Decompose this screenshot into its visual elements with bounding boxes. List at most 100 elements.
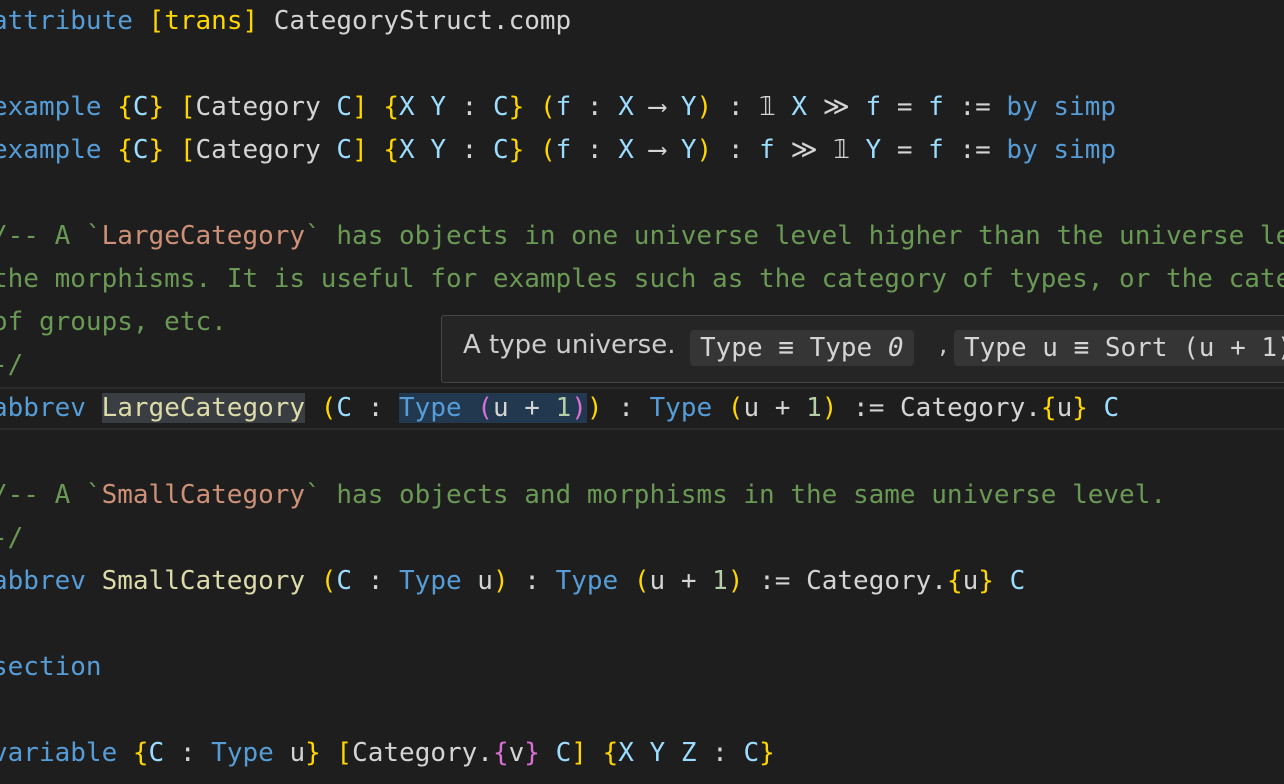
- hover-code-chip: Type u ≡ Sort (u + 1): [954, 330, 1284, 366]
- operator: =: [896, 135, 913, 165]
- variable: f: [865, 92, 882, 122]
- identifier: Category.: [352, 738, 493, 768]
- bracket: }: [148, 135, 165, 165]
- operator: +: [774, 393, 791, 423]
- code-editor[interactable]: attribute [trans] CategoryStruct.comp ex…: [0, 0, 1284, 784]
- identifier: Category.: [900, 393, 1041, 423]
- variable: f: [928, 92, 944, 122]
- keyword: abbrev: [0, 566, 86, 596]
- variable: C: [743, 738, 760, 768]
- variable: f: [555, 92, 572, 122]
- code-line-large-category[interactable]: abbrev LargeCategory (C : Type (u + 1)) …: [0, 387, 1284, 430]
- variable: C: [555, 738, 572, 768]
- comment-text: ` has objects in one universe level high…: [305, 221, 1284, 251]
- operator: :=: [759, 566, 791, 596]
- variable: C: [1103, 393, 1120, 423]
- operator: :: [179, 738, 196, 768]
- variable: C: [336, 92, 353, 122]
- variable: X: [618, 92, 634, 122]
- attribute-tag: [trans]: [148, 6, 259, 36]
- universe-var: u: [1056, 393, 1073, 423]
- definition-name[interactable]: LargeCategory: [101, 393, 306, 423]
- bracket: ): [821, 393, 838, 423]
- bracket: {: [602, 738, 619, 768]
- doc-comment-line[interactable]: /-- A `SmallCategory` has objects and mo…: [0, 474, 1284, 517]
- hovered-expression[interactable]: Type (u + 1): [399, 393, 587, 423]
- variable: C: [492, 135, 509, 165]
- operator: +: [524, 393, 540, 423]
- operator: :: [586, 135, 603, 165]
- variable: Z: [680, 738, 697, 768]
- variable: X: [618, 738, 634, 768]
- universe-var: u: [962, 566, 979, 596]
- hover-tooltip[interactable]: A type universe. Type ≡ Type 0 , Type u …: [441, 315, 1284, 383]
- comment-code: SmallCategory: [101, 480, 306, 510]
- identifier: Category: [195, 135, 321, 165]
- comment-text: of groups, etc.: [0, 307, 227, 337]
- keyword: section: [0, 652, 102, 682]
- variable: C: [492, 92, 509, 122]
- variable: C: [336, 135, 353, 165]
- comment-text: -/: [0, 350, 24, 380]
- tactic: simp: [1053, 92, 1117, 122]
- number: 1: [806, 393, 822, 423]
- keyword: example: [0, 92, 102, 122]
- code-line-small-category[interactable]: abbrev SmallCategory (C : Type u) : Type…: [0, 560, 1284, 603]
- doc-comment-line[interactable]: /-- A `LargeCategory` has objects in one…: [0, 215, 1284, 258]
- comment-text: /-- A `: [0, 221, 102, 251]
- bracket: ]: [571, 738, 587, 768]
- operator: ⟶: [649, 92, 666, 122]
- bracket: ): [727, 566, 744, 596]
- bracket: ]: [352, 135, 368, 165]
- code-line-example-1[interactable]: example {C} [Category C] {X Y : C} (f : …: [0, 86, 1284, 129]
- bracket: }: [305, 738, 321, 768]
- code-line-attribute[interactable]: attribute [trans] CategoryStruct.comp: [0, 0, 1284, 43]
- variable: C: [336, 393, 353, 423]
- keyword: example: [0, 135, 102, 165]
- identifier: CategoryStruct.comp: [273, 6, 572, 36]
- hover-code-chip: Type ≡ Type 0: [690, 330, 914, 366]
- comment-text: /-- A `: [0, 480, 102, 510]
- code-line-example-2[interactable]: example {C} [Category C] {X Y : C} (f : …: [0, 129, 1284, 172]
- bracket: }: [148, 92, 165, 122]
- doc-comment-line[interactable]: the morphisms. It is useful for examples…: [0, 258, 1284, 301]
- bracket: }: [759, 738, 775, 768]
- bracket: {: [492, 738, 509, 768]
- bracket: {: [946, 566, 963, 596]
- bracket: ): [586, 393, 603, 423]
- chip-number: 0: [887, 333, 904, 363]
- keyword: variable: [0, 738, 118, 768]
- comment-text: the morphisms. It is useful for examples…: [0, 264, 1284, 294]
- bracket: (: [320, 566, 337, 596]
- variable: C: [1009, 566, 1026, 596]
- variable: C: [132, 135, 149, 165]
- bracket: {: [383, 135, 400, 165]
- code-line-variable[interactable]: variable {C : Type u} [Category.{v} C] {…: [0, 732, 1284, 775]
- bracket: [: [179, 92, 196, 122]
- bracket: }: [508, 135, 525, 165]
- variable: f: [759, 135, 775, 165]
- keyword: abbrev: [0, 393, 86, 423]
- variable: Y: [680, 135, 697, 165]
- bracket: ]: [352, 92, 368, 122]
- hover-separator: ,: [939, 330, 948, 360]
- universe-var: v: [508, 738, 525, 768]
- operator: :: [367, 566, 384, 596]
- doc-comment-line[interactable]: -/: [0, 517, 1284, 560]
- operator: :: [367, 393, 384, 423]
- operator: :: [524, 566, 540, 596]
- bracket: [: [336, 738, 353, 768]
- keyword: by: [1006, 135, 1038, 165]
- type-keyword: Type: [211, 738, 274, 768]
- identifier: Category.: [806, 566, 947, 596]
- comment-code: LargeCategory: [101, 221, 306, 251]
- universe-var: u: [289, 738, 306, 768]
- variable: X: [791, 92, 807, 122]
- variable: Y: [865, 135, 882, 165]
- code-line-section[interactable]: section: [0, 646, 1284, 689]
- variable: C: [148, 738, 165, 768]
- variable: X: [399, 92, 415, 122]
- variable: X: [618, 135, 634, 165]
- comment-text: ` has objects and morphisms in the same …: [305, 480, 1167, 510]
- bracket: (: [320, 393, 337, 423]
